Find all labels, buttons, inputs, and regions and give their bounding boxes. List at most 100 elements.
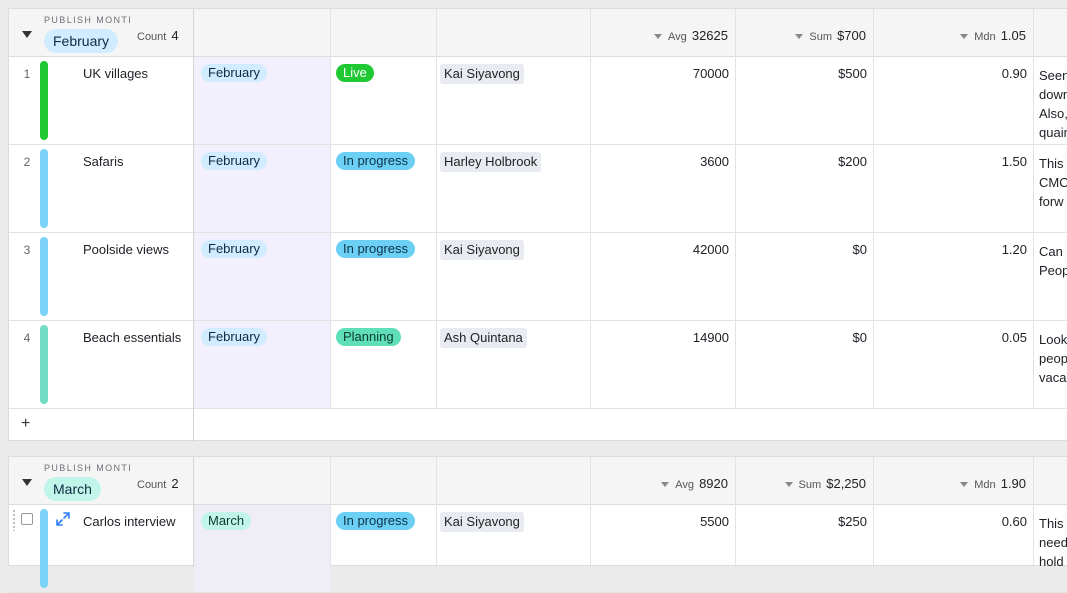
table-row[interactable]: 2 Safaris February In progress Harley Ho… xyxy=(9,145,1067,233)
record-name[interactable]: UK villages xyxy=(83,66,148,81)
record-name[interactable]: Beach essentials xyxy=(83,330,181,345)
notes-line: Peop xyxy=(1039,263,1067,278)
column-divider xyxy=(590,9,591,409)
month-pill[interactable]: February xyxy=(201,240,268,258)
table-row[interactable]: Carlos interview March In progress Kai S… xyxy=(9,505,1067,593)
notes-cell[interactable]: Look peop vaca xyxy=(1039,330,1067,387)
notes-line: This xyxy=(1039,156,1064,171)
column-divider xyxy=(873,457,874,567)
group-field-label: PUBLISH MONTH xyxy=(44,463,130,473)
avg-aggregate[interactable]: Avg 8920 xyxy=(661,476,728,491)
views-cell[interactable]: 14900 xyxy=(693,330,729,345)
table-row[interactable]: 1 UK villages February Live Kai Siyavong… xyxy=(9,57,1067,145)
group-value-pill: March xyxy=(44,477,101,501)
budget-cell[interactable]: $0 xyxy=(853,242,867,257)
group-header[interactable]: PUBLISH MONTH February Count 4 Avg 32625… xyxy=(9,9,1067,57)
group-count: Count 4 xyxy=(137,28,179,43)
group-value-pill: February xyxy=(44,29,119,53)
month-pill[interactable]: March xyxy=(201,512,252,530)
column-divider xyxy=(193,9,194,442)
status-pill[interactable]: Planning xyxy=(336,328,401,346)
group-march: PUBLISH MONTH March Count 2 Avg 8920 Sum… xyxy=(8,456,1067,593)
median-aggregate[interactable]: Mdn 1.90 xyxy=(960,476,1026,491)
dropdown-icon xyxy=(795,34,804,39)
expand-arrows-icon[interactable] xyxy=(55,511,71,527)
status-pill[interactable]: In progress xyxy=(336,240,416,258)
budget-cell[interactable]: $200 xyxy=(838,154,867,169)
notes-line: CMO xyxy=(1039,175,1067,190)
notes-line: vaca xyxy=(1039,370,1067,385)
record-name[interactable]: Safaris xyxy=(83,154,123,169)
notes-line: Seen xyxy=(1039,68,1067,83)
status-color-bar xyxy=(40,61,48,140)
row-checkbox[interactable] xyxy=(21,513,33,525)
budget-cell[interactable]: $0 xyxy=(853,330,867,345)
status-color-bar xyxy=(40,149,48,228)
record-name[interactable]: Poolside views xyxy=(83,242,169,257)
record-name[interactable]: Carlos interview xyxy=(83,514,175,529)
group-header[interactable]: PUBLISH MONTH March Count 2 Avg 8920 Sum… xyxy=(9,457,1067,505)
month-pill[interactable]: February xyxy=(201,328,268,346)
table-row[interactable]: 4 Beach essentials February Planning Ash… xyxy=(9,321,1067,409)
dropdown-icon xyxy=(784,482,793,487)
month-pill[interactable]: February xyxy=(201,64,268,82)
ratio-cell[interactable]: 0.05 xyxy=(1002,330,1027,345)
month-pill[interactable]: February xyxy=(201,152,268,170)
row-number: 4 xyxy=(23,331,31,345)
status-color-bar xyxy=(40,325,48,404)
ratio-cell[interactable]: 1.20 xyxy=(1002,242,1027,257)
notes-line: forw xyxy=(1039,194,1064,209)
sum-aggregate[interactable]: Sum $700 xyxy=(795,28,866,43)
ratio-cell[interactable]: 0.90 xyxy=(1002,66,1027,81)
owner-chip[interactable]: Kai Siyavong xyxy=(440,240,524,260)
views-cell[interactable]: 42000 xyxy=(693,242,729,257)
dropdown-icon xyxy=(960,482,969,487)
plus-icon[interactable]: + xyxy=(21,415,30,433)
budget-cell[interactable]: $500 xyxy=(838,66,867,81)
dropdown-icon xyxy=(661,482,670,487)
views-cell[interactable]: 3600 xyxy=(700,154,729,169)
add-record-row[interactable]: + xyxy=(9,409,1067,440)
column-divider xyxy=(735,457,736,567)
column-divider xyxy=(330,457,331,567)
table-row[interactable]: 3 Poolside views February In progress Ka… xyxy=(9,233,1067,321)
views-cell[interactable]: 5500 xyxy=(700,514,729,529)
median-aggregate[interactable]: Mdn 1.05 xyxy=(960,28,1026,43)
drag-handle-icon[interactable] xyxy=(12,509,16,531)
dropdown-icon xyxy=(960,34,969,39)
notes-line: Can xyxy=(1039,244,1063,259)
column-divider xyxy=(193,457,194,567)
caret-down-icon[interactable] xyxy=(22,479,32,486)
status-pill[interactable]: In progress xyxy=(336,512,416,530)
sum-aggregate[interactable]: Sum $2,250 xyxy=(784,476,866,491)
owner-chip[interactable]: Harley Holbrook xyxy=(440,152,542,172)
owner-chip[interactable]: Ash Quintana xyxy=(440,328,527,348)
ratio-cell[interactable]: 0.60 xyxy=(1002,514,1027,529)
notes-cell[interactable]: This need hold xyxy=(1039,514,1067,571)
notes-cell[interactable]: Can Peop xyxy=(1039,242,1067,280)
notes-line: Also, xyxy=(1039,106,1067,121)
notes-cell[interactable]: Seen down Also, quain xyxy=(1039,66,1067,142)
ratio-cell[interactable]: 1.50 xyxy=(1002,154,1027,169)
notes-cell[interactable]: This CMO forw xyxy=(1039,154,1067,211)
column-divider xyxy=(735,9,736,409)
owner-chip[interactable]: Kai Siyavong xyxy=(440,64,524,84)
grid-view: PUBLISH MONTH February Count 4 Avg 32625… xyxy=(0,0,1067,593)
status-pill[interactable]: Live xyxy=(336,64,374,82)
owner-chip[interactable]: Kai Siyavong xyxy=(440,512,524,532)
row-number: 2 xyxy=(23,155,31,169)
status-color-bar xyxy=(40,237,48,316)
notes-line: peop xyxy=(1039,351,1067,366)
notes-line: need xyxy=(1039,535,1067,550)
views-cell[interactable]: 70000 xyxy=(693,66,729,81)
column-divider xyxy=(1033,457,1034,567)
row-number: 3 xyxy=(23,243,31,257)
avg-aggregate[interactable]: Avg 32625 xyxy=(654,28,728,43)
caret-down-icon[interactable] xyxy=(22,31,32,38)
group-february: PUBLISH MONTH February Count 4 Avg 32625… xyxy=(8,8,1067,442)
budget-cell[interactable]: $250 xyxy=(838,514,867,529)
notes-line: down xyxy=(1039,87,1067,102)
status-pill[interactable]: In progress xyxy=(336,152,416,170)
notes-line: This xyxy=(1039,516,1064,531)
column-divider xyxy=(590,457,591,567)
